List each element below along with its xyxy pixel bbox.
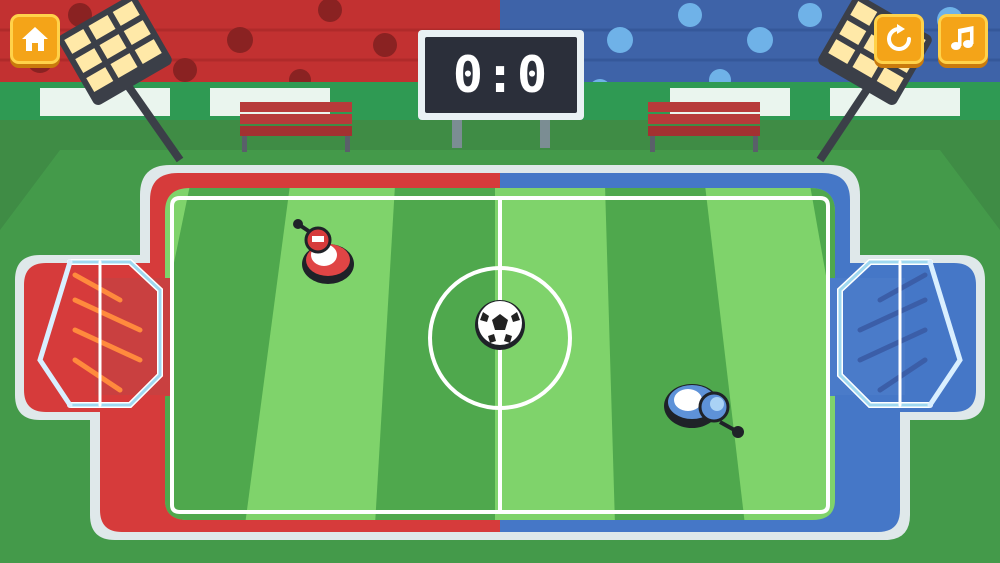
soccer-ball [475,300,525,350]
scoreboard: 0:0 [418,30,584,120]
restart-icon [887,24,911,51]
restart-button[interactable] [874,14,924,64]
music-button[interactable] [938,14,988,64]
game-scene: 0:0 [0,0,1000,563]
home-icon [22,27,48,51]
score-display: 0:0 [425,37,577,113]
scoreboard-post-left [452,120,462,148]
pitch [95,188,905,520]
scoreboard-post-right [540,120,550,148]
music-note-icon [951,26,974,50]
home-button[interactable] [10,14,60,64]
